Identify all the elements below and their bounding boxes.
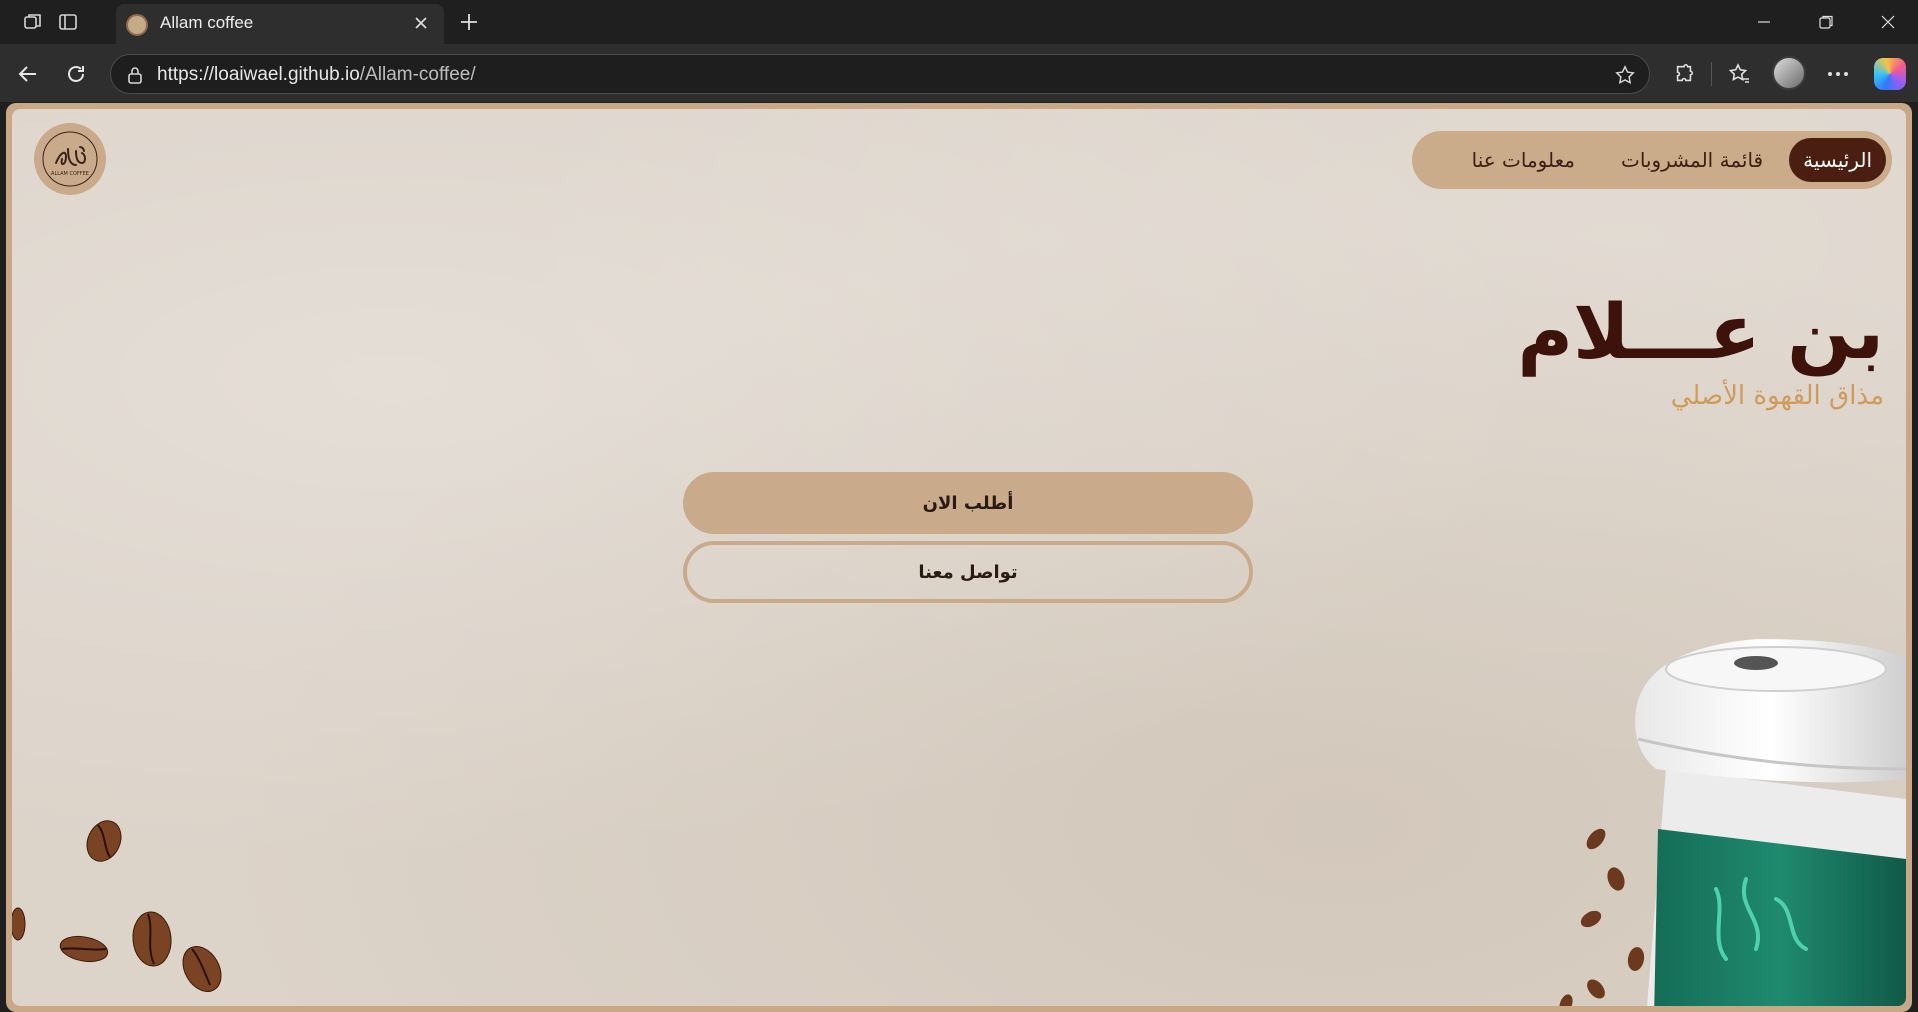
page-viewport: ALLAM COFFEE الرئيسية قائمة المشروبات مع…	[6, 103, 1912, 1012]
minimize-icon[interactable]	[1736, 4, 1792, 40]
site-logo[interactable]: ALLAM COFFEE	[34, 123, 106, 195]
avatar[interactable]	[1772, 56, 1806, 90]
logo-mark: ALLAM COFFEE	[42, 131, 98, 187]
favorites-icon[interactable]	[1724, 58, 1756, 90]
url-text[interactable]: https://loaiwael.github.io/Allam-coffee/	[157, 64, 476, 86]
coffee-cup-image	[1635, 639, 1906, 1006]
hero-title: بن عـــلام	[1517, 287, 1884, 376]
url-host: https://loaiwael.github.io	[157, 64, 360, 85]
more-icon[interactable]	[1822, 58, 1854, 90]
window-close-icon[interactable]	[1860, 4, 1916, 40]
copilot-icon[interactable]	[1874, 58, 1906, 90]
nav-item-home[interactable]: الرئيسية	[1789, 138, 1886, 182]
back-icon[interactable]	[12, 58, 44, 90]
url-path: /Allam-coffee/	[359, 64, 476, 85]
toolbar-divider	[1711, 62, 1712, 86]
contact-us-button[interactable]: تواصل معنا	[683, 541, 1253, 603]
browser-toolbar: https://loaiwael.github.io/Allam-coffee/	[0, 44, 1918, 102]
nav-item-drinks-menu[interactable]: قائمة المشروبات	[1601, 138, 1783, 182]
page-background: ALLAM COFFEE الرئيسية قائمة المشروبات مع…	[12, 109, 1906, 1006]
workspaces-icon[interactable]	[18, 8, 48, 36]
restore-icon[interactable]	[1798, 4, 1854, 40]
plus-icon[interactable]	[454, 8, 484, 36]
refresh-icon[interactable]	[60, 58, 92, 90]
close-icon[interactable]	[408, 10, 434, 36]
star-icon[interactable]	[1613, 63, 1637, 87]
coffee-beans-image	[12, 820, 222, 992]
logo-text: ALLAM COFFEE	[51, 171, 89, 177]
lock-icon[interactable]	[125, 65, 145, 85]
order-now-button[interactable]: أطلب الان	[683, 472, 1253, 534]
tab-title: Allam coffee	[160, 13, 254, 32]
extensions-icon[interactable]	[1668, 58, 1700, 90]
active-tab[interactable]: Allam coffee	[116, 4, 444, 44]
site-favicon	[126, 14, 148, 36]
address-bar[interactable]: https://loaiwael.github.io/Allam-coffee/	[110, 54, 1650, 94]
nav-item-about[interactable]: معلومات عنا	[1452, 138, 1595, 182]
browser-tab-bar: Allam coffee	[0, 0, 1918, 44]
tab-actions-icon[interactable]	[53, 8, 83, 36]
main-nav: الرئيسية قائمة المشروبات معلومات عنا	[1412, 131, 1892, 189]
hero-subtitle: مذاق القهوة الأصلي	[1670, 381, 1884, 411]
